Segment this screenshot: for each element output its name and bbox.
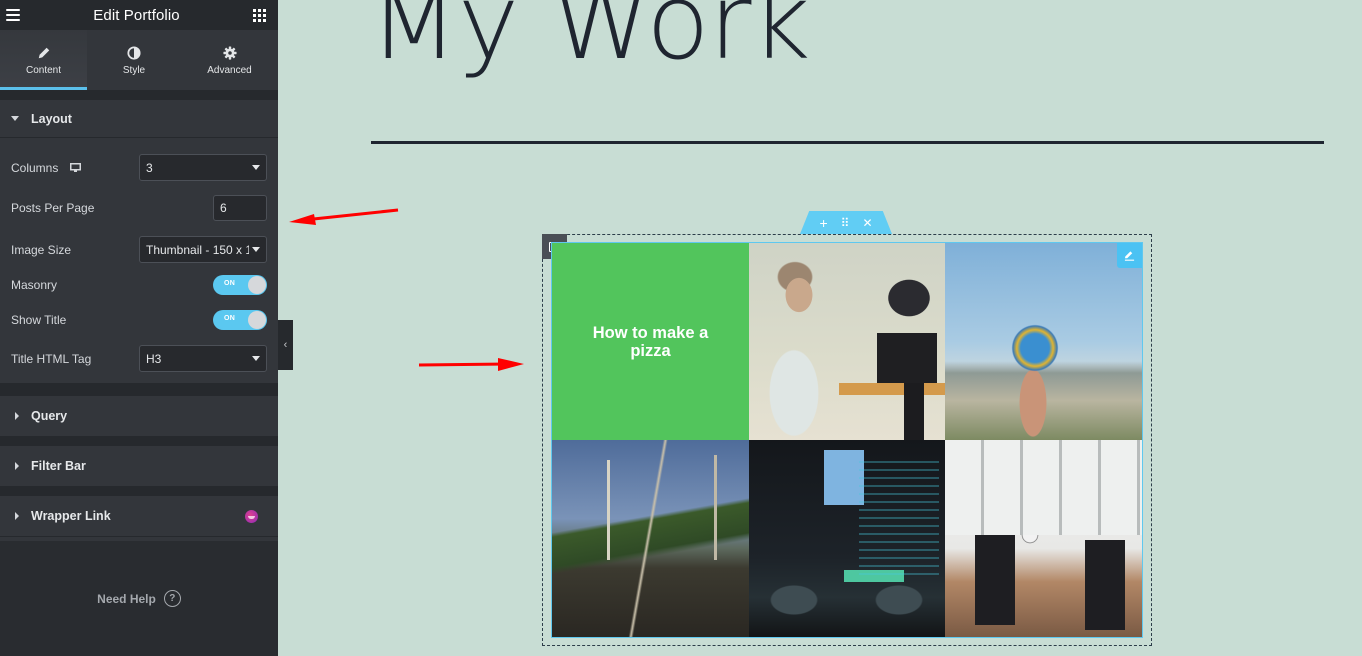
need-help-link[interactable]: Need Help ? — [0, 590, 278, 607]
delete-section-button[interactable]: ✕ — [862, 217, 872, 229]
masonry-toggle[interactable]: ON — [213, 275, 267, 295]
image-size-control: Image Size Thumbnail - 150 x 1 — [11, 236, 267, 263]
panel-title: Edit Portfolio — [93, 6, 180, 24]
widget-toolbar: + ⠿ ✕ — [800, 211, 892, 234]
section-separator — [0, 436, 278, 446]
portfolio-item-image[interactable] — [945, 243, 1142, 440]
tab-advanced-label: Advanced — [207, 65, 252, 76]
tab-style-label: Style — [122, 65, 146, 76]
collapse-panel-button[interactable]: ‹ — [278, 320, 293, 370]
posts-per-page-label: Posts Per Page — [11, 201, 95, 215]
chevron-down-icon — [252, 247, 260, 252]
image-size-select[interactable]: Thumbnail - 150 x 1 — [139, 236, 267, 263]
toggle-knob — [248, 276, 266, 294]
portfolio-grid: How to make a pizza — [551, 242, 1143, 638]
portfolio-item-title-card[interactable]: How to make a pizza — [552, 243, 749, 440]
title-html-tag-control: Title HTML Tag H3 — [11, 345, 267, 372]
add-element-button[interactable]: + — [819, 216, 827, 230]
portfolio-item-image[interactable] — [749, 243, 945, 440]
section-wrapper-link-header[interactable]: Wrapper Link — [0, 496, 278, 536]
section-separator — [0, 486, 278, 496]
pro-feature-icon — [245, 509, 258, 523]
pencil-icon — [38, 47, 49, 59]
title-html-tag-select[interactable]: H3 — [139, 345, 267, 372]
image-size-label: Image Size — [11, 242, 72, 257]
section-wrapper-link-title: Wrapper Link — [31, 509, 111, 523]
caret-right-icon — [15, 512, 19, 520]
widgets-grid-icon[interactable] — [252, 8, 266, 22]
edit-widget-button[interactable] — [1117, 243, 1142, 268]
columns-select[interactable]: 3 — [139, 154, 267, 181]
portfolio-item-title: How to make a pizza — [592, 323, 709, 360]
caret-right-icon — [15, 412, 19, 420]
show-title-label: Show Title — [11, 313, 67, 327]
page-heading: My Work — [369, 0, 811, 83]
need-help-label: Need Help — [97, 591, 156, 606]
annotation-left-arrow — [289, 208, 399, 225]
annotation-right-arrow — [418, 358, 524, 371]
section-filter-bar-header[interactable]: Filter Bar — [0, 446, 278, 486]
editor-panel: Edit Portfolio Content Style Advanced La… — [0, 0, 278, 656]
masonry-control: Masonry ON — [11, 275, 267, 295]
section-separator — [0, 90, 278, 100]
masonry-toggle-state: ON — [224, 280, 236, 287]
columns-label: Columns — [11, 160, 59, 175]
section-filter-bar-title: Filter Bar — [31, 459, 86, 473]
panel-header: Edit Portfolio — [0, 0, 278, 30]
section-separator — [0, 383, 278, 396]
panel-tabs: Content Style Advanced — [0, 30, 278, 90]
show-title-toggle-state: ON — [224, 315, 236, 322]
portfolio-item-image[interactable] — [552, 440, 749, 637]
columns-value: 3 — [146, 160, 153, 175]
chevron-down-icon — [252, 356, 260, 361]
caret-down-icon — [11, 116, 19, 121]
posts-per-page-control: Posts Per Page 6 — [11, 195, 267, 221]
drag-handle-icon[interactable]: ⠿ — [841, 217, 850, 229]
chevron-left-icon: ‹ — [283, 339, 288, 351]
image-size-value: Thumbnail - 150 x 1 — [146, 242, 249, 257]
section-query-header[interactable]: Query — [0, 396, 278, 436]
pencil-icon — [1124, 251, 1135, 261]
help-question-icon: ? — [163, 590, 181, 607]
tab-advanced[interactable]: Advanced — [181, 30, 278, 90]
posts-per-page-input[interactable]: 6 — [213, 195, 267, 221]
columns-control: Columns 3 — [11, 154, 267, 181]
section-separator — [0, 536, 278, 537]
portfolio-item-image[interactable] — [749, 440, 945, 637]
show-title-toggle[interactable]: ON — [213, 310, 267, 330]
portfolio-item-image[interactable] — [945, 440, 1142, 637]
tab-content[interactable]: Content — [0, 30, 87, 90]
heading-divider — [371, 141, 1324, 144]
section-query-title: Query — [31, 409, 68, 423]
toggle-knob — [248, 311, 266, 329]
title-html-tag-value: H3 — [146, 351, 162, 366]
desktop-icon[interactable] — [70, 162, 82, 173]
gear-icon — [222, 46, 237, 60]
masonry-label: Masonry — [11, 278, 58, 292]
tab-style[interactable]: Style — [87, 30, 181, 90]
menu-icon[interactable] — [6, 9, 20, 21]
chevron-down-icon — [252, 165, 260, 170]
section-layout-title: Layout — [31, 111, 72, 126]
tab-content-label: Content — [25, 65, 62, 76]
caret-right-icon — [15, 462, 19, 470]
show-title-control: Show Title ON — [11, 310, 267, 330]
half-circle-icon — [127, 46, 141, 60]
section-layout-header[interactable]: Layout — [0, 100, 278, 138]
title-html-tag-label: Title HTML Tag — [11, 351, 92, 366]
layout-controls: Columns 3 Posts Per Page 6 Image Size Th… — [0, 154, 278, 383]
